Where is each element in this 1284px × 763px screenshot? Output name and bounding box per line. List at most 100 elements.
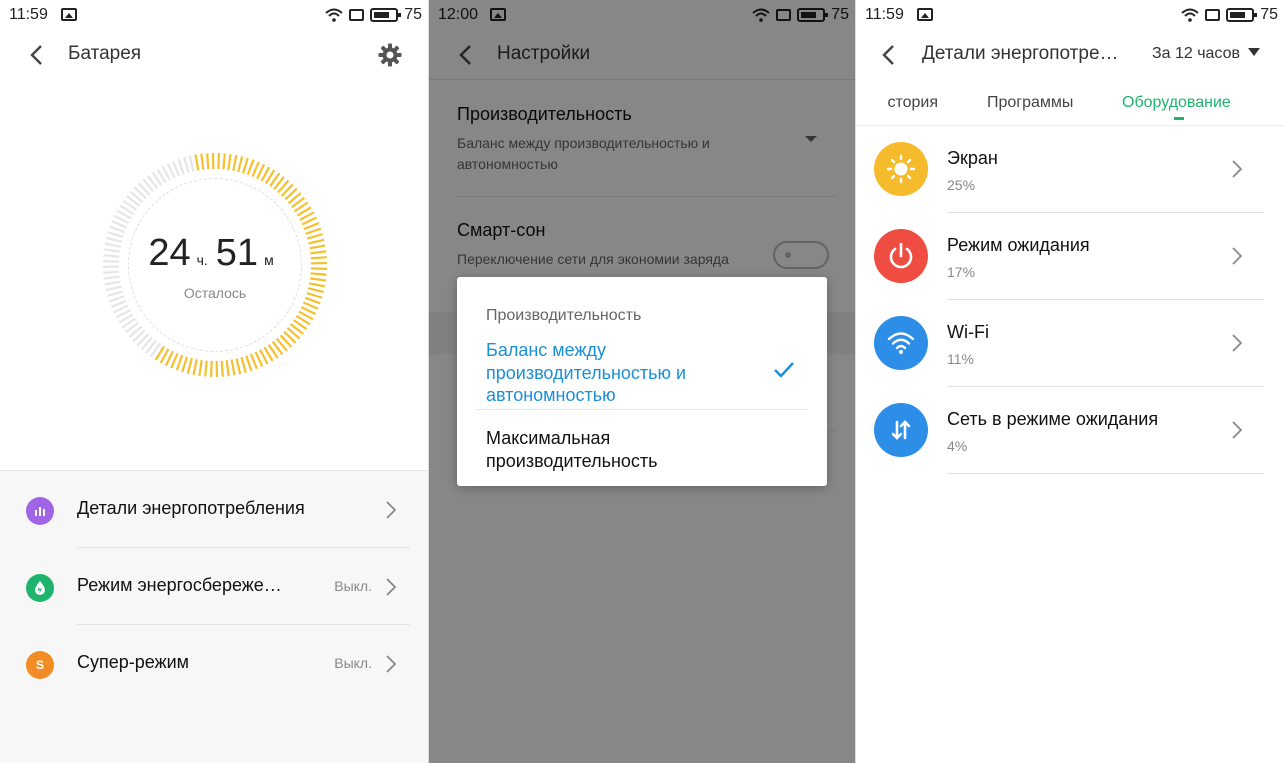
dial-tick bbox=[204, 360, 208, 377]
image-notification-icon bbox=[61, 8, 77, 21]
page-title: Батарея bbox=[68, 43, 142, 64]
tab-hardware[interactable]: Оборудование bbox=[1122, 94, 1231, 112]
chart-icon bbox=[26, 497, 54, 525]
dial-tick bbox=[181, 356, 188, 373]
dial-tick bbox=[235, 358, 242, 375]
wifi-status-icon bbox=[325, 8, 343, 22]
dial-tick bbox=[198, 359, 203, 377]
back-arrow-icon[interactable] bbox=[880, 44, 896, 66]
status-time: 11:59 bbox=[9, 6, 48, 23]
dial-tick bbox=[172, 160, 181, 177]
hardware-percent: 4% bbox=[947, 438, 968, 454]
hardware-label: Экран bbox=[947, 148, 998, 168]
hardware-row-network[interactable]: Сеть в режиме ожидания 4% bbox=[856, 387, 1284, 474]
dial-tick bbox=[186, 357, 193, 374]
status-bar: 11:59 75 bbox=[0, 0, 428, 30]
wifi-icon bbox=[874, 316, 928, 370]
chevron-right-icon bbox=[1232, 334, 1242, 352]
dial-tick bbox=[230, 359, 236, 376]
hardware-percent: 17% bbox=[947, 264, 976, 280]
hardware-label: Режим ожидания bbox=[947, 235, 1090, 255]
remaining-minutes: 51 bbox=[215, 232, 259, 274]
hardware-row-wifi[interactable]: Wi-Fi 11% bbox=[856, 300, 1284, 387]
dial-tick bbox=[225, 360, 230, 377]
active-tab-indicator bbox=[1174, 117, 1184, 120]
dial-tick bbox=[217, 153, 221, 170]
power-details-label: Детали энергопотребления bbox=[77, 498, 305, 518]
chevron-right-icon bbox=[1232, 160, 1242, 178]
remaining-label: Осталось bbox=[183, 285, 247, 301]
hours-unit: ч. bbox=[196, 252, 208, 268]
hardware-row-screen[interactable]: Экран 25% bbox=[856, 126, 1284, 213]
tab-programs[interactable]: Программы bbox=[987, 94, 1073, 112]
dial-tick bbox=[240, 356, 247, 373]
sim-icon bbox=[349, 9, 365, 21]
dial-tick bbox=[206, 153, 210, 170]
battery-status-icon bbox=[1226, 8, 1258, 22]
dial-tick bbox=[209, 360, 213, 377]
updown-arrows-icon bbox=[874, 403, 928, 457]
status-bar: 11:59 75 bbox=[856, 0, 1284, 30]
chevron-right-icon bbox=[1232, 421, 1242, 439]
super-mode-label: Супер-режим bbox=[77, 652, 190, 672]
drop-icon bbox=[26, 574, 54, 602]
image-notification-icon bbox=[917, 8, 933, 21]
performance-dialog: Производительность Баланс между производ… bbox=[457, 277, 827, 486]
divider bbox=[947, 473, 1264, 474]
super-mode-row[interactable]: S Супер-режим Выкл. bbox=[0, 625, 428, 702]
dial-tick bbox=[188, 155, 195, 172]
remaining-hours: 24 bbox=[148, 232, 191, 274]
dial-tick bbox=[302, 301, 319, 310]
checkmark-icon bbox=[774, 362, 794, 378]
page-title: Детали энергопотре… bbox=[922, 43, 1119, 64]
dial-tick bbox=[246, 159, 255, 176]
power-saving-row[interactable]: Режим энергосбереже… Выкл. bbox=[0, 548, 428, 625]
battery-options-list: Детали энергопотребления Режим энергосбе… bbox=[0, 470, 428, 763]
dial-tick bbox=[110, 299, 127, 308]
battery-percent-text: 75 bbox=[404, 6, 422, 23]
status-time: 11:59 bbox=[865, 6, 904, 23]
dial-tick bbox=[227, 153, 232, 171]
gear-icon[interactable] bbox=[378, 43, 402, 67]
sim-icon bbox=[1205, 9, 1221, 21]
minutes-unit: м bbox=[264, 252, 274, 268]
battery-level-fill bbox=[1230, 12, 1246, 18]
back-arrow-icon[interactable] bbox=[28, 44, 44, 66]
remaining-time: 24 ч. 51 м bbox=[100, 232, 330, 275]
dial-tick bbox=[103, 275, 120, 280]
power-details-screen: 11:59 75 Детали энергопотре… За 12 часов… bbox=[856, 0, 1284, 763]
sun-icon bbox=[874, 142, 928, 196]
dial-tick bbox=[249, 353, 258, 370]
option-balanced[interactable]: Баланс между производительностью и автон… bbox=[486, 339, 726, 407]
battery-percent-text: 75 bbox=[1260, 6, 1278, 23]
tab-bar: стория Программы Оборудование bbox=[856, 80, 1284, 126]
dial-tick bbox=[175, 354, 184, 371]
power-saving-value: Выкл. bbox=[334, 578, 372, 594]
dial-tick bbox=[111, 220, 128, 229]
period-selector[interactable]: За 12 часов bbox=[1152, 45, 1260, 63]
app-bar: Батарея bbox=[0, 30, 428, 80]
dropdown-arrow-icon bbox=[1248, 48, 1260, 56]
dial-tick bbox=[170, 352, 179, 369]
chevron-right-icon bbox=[386, 578, 396, 596]
dial-tick bbox=[220, 360, 224, 377]
battery-screen: 11:59 75 Батарея 24 ч. 51 м Осталось Дет… bbox=[0, 0, 428, 763]
battery-level-fill bbox=[374, 12, 390, 18]
power-details-row[interactable]: Детали энергопотребления bbox=[0, 471, 428, 548]
tab-history[interactable]: стория bbox=[856, 94, 938, 112]
period-label: За 12 часов bbox=[1151, 45, 1240, 62]
hardware-row-standby[interactable]: Режим ожидания 17% bbox=[856, 213, 1284, 300]
dial-tick bbox=[245, 355, 253, 372]
power-icon bbox=[874, 229, 928, 283]
power-saving-label: Режим энергосбереже… bbox=[77, 575, 282, 595]
battery-status-icon bbox=[370, 8, 402, 22]
hardware-percent: 11% bbox=[947, 351, 974, 367]
dial-tick bbox=[222, 153, 226, 170]
wifi-status-icon bbox=[1181, 8, 1199, 22]
dial-tick bbox=[303, 222, 320, 231]
dialog-title: Производительность bbox=[486, 307, 642, 324]
option-max-performance[interactable]: Максимальная производительность bbox=[486, 427, 696, 472]
chevron-right-icon bbox=[1232, 247, 1242, 265]
super-mode-icon: S bbox=[26, 651, 54, 679]
dial-tick bbox=[192, 359, 198, 376]
